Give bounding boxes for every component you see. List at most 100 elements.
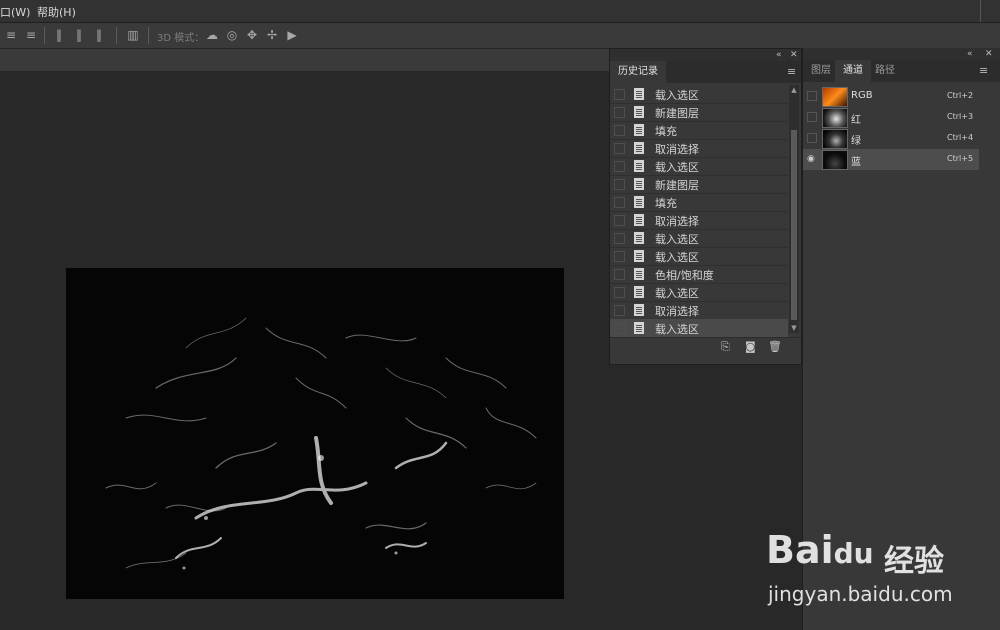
options-bar: ≡ ≡ ‖ ‖ ‖ ▥ 3D 模式： ☁ ◎ ✥ ✢ ▶ [0,23,1000,49]
camera-icon[interactable]: ◙ [745,340,756,353]
3d-roll-icon[interactable]: ◎ [225,28,239,42]
toolbar-divider [148,27,149,44]
distribute-left-icon[interactable]: ‖ [52,28,66,42]
snapshot-source-checkbox[interactable] [614,125,625,136]
panel-header: « ✕ [610,49,801,61]
3d-orbit-icon[interactable]: ☁ [205,28,219,42]
history-item[interactable]: 填充 [610,121,788,140]
document-icon [634,88,644,100]
align-top-icon[interactable]: ≡ [4,28,18,42]
3d-pan-icon[interactable]: ✥ [245,28,259,42]
history-item[interactable]: 取消选择 [610,139,788,158]
history-item[interactable]: 载入选区 [610,229,788,248]
snapshot-source-checkbox[interactable] [614,107,625,118]
channel-name: 绿 [851,136,861,147]
menu-help[interactable]: 帮助(H) [37,4,76,20]
snapshot-source-checkbox[interactable] [614,269,625,280]
auto-align-icon[interactable]: ▥ [126,28,140,42]
toolbar-divider [116,27,117,44]
tab-paths[interactable]: 路径 [867,60,903,82]
green-channel-thumbnail [822,129,848,149]
snapshot-source-checkbox[interactable] [614,215,625,226]
history-item[interactable]: 取消选择 [610,301,788,320]
tab-channels[interactable]: 通道 [835,60,871,82]
window-controls-area [980,0,1000,22]
menu-window[interactable]: 口(W) [0,4,30,20]
blue-channel-thumbnail [822,150,848,170]
scroll-down-icon[interactable]: ▼ [789,323,799,333]
document-canvas[interactable] [66,268,564,599]
history-tabbar: 历史记录 ≡ [610,61,801,83]
snapshot-source-checkbox[interactable] [614,251,625,262]
channel-shortcut: Ctrl+4 [947,133,974,142]
history-panel: « ✕ 历史记录 ≡ 载入选区 新建图层 填充 取消选择 载入选区 新建图层 填… [609,48,802,365]
visibility-toggle[interactable] [807,91,817,101]
document-icon [634,250,644,262]
channel-name: RGB [851,90,873,101]
tab-history[interactable]: 历史记录 [610,61,666,83]
history-item[interactable]: 载入选区 [610,157,788,176]
watermark-url: jingyan.baidu.com [768,582,953,606]
scrollbar-thumb[interactable] [791,130,797,320]
history-item[interactable]: 色相/饱和度 [610,265,788,284]
snapshot-source-checkbox[interactable] [614,233,625,244]
snapshot-source-checkbox[interactable] [614,323,625,334]
history-item-selected[interactable]: 载入选区 [610,319,788,338]
new-document-from-state-icon[interactable]: ⎘ [721,340,730,354]
tab-layers[interactable]: 图层 [803,60,839,82]
red-channel-thumbnail [822,108,848,128]
collapse-icon[interactable]: « [776,49,782,61]
rgb-thumbnail [822,87,848,107]
snapshot-source-checkbox[interactable] [614,197,625,208]
distribute-hcenter-icon[interactable]: ‖ [72,28,86,42]
snapshot-source-checkbox[interactable] [614,179,625,190]
history-item[interactable]: 载入选区 [610,85,788,104]
channel-shortcut: Ctrl+2 [947,91,974,100]
snapshot-source-checkbox[interactable] [614,161,625,172]
fill-icon [634,196,644,208]
snapshot-source-checkbox[interactable] [614,143,625,154]
snapshot-source-checkbox[interactable] [614,287,625,298]
trash-icon[interactable]: 🗑 [768,340,782,353]
align-vcenter-icon[interactable]: ≡ [24,28,38,42]
eye-icon[interactable]: ◉ [807,154,817,164]
baidu-watermark: Baidu 经验 jingyan.baidu.com [766,528,986,612]
history-item[interactable]: 填充 [610,193,788,212]
channel-row-green[interactable]: 绿 Ctrl+4 [803,128,979,149]
distribute-right-icon[interactable]: ‖ [92,28,106,42]
document-icon [634,160,644,172]
3d-camera-icon[interactable]: ▶ [285,28,299,42]
history-item-label: 新建图层 [655,107,699,120]
channel-name: 蓝 [851,157,861,168]
history-item[interactable]: 载入选区 [610,247,788,266]
panel-menu-icon[interactable]: ≡ [979,65,988,76]
channel-row-rgb[interactable]: RGB Ctrl+2 [803,86,979,107]
visibility-toggle[interactable] [807,112,817,122]
document-icon [634,304,644,316]
snapshot-source-checkbox[interactable] [614,89,625,100]
channel-row-blue[interactable]: ◉ 蓝 Ctrl+5 [803,149,979,170]
visibility-toggle[interactable] [807,133,817,143]
panel-menu-icon[interactable]: ≡ [787,66,796,77]
document-icon [634,214,644,226]
history-scrollbar[interactable]: ▲ ▼ [789,85,799,333]
history-footer: ⎘ ◙ 🗑 [610,337,801,356]
history-item-label: 取消选择 [655,305,699,318]
channel-shortcut: Ctrl+3 [947,112,974,121]
channel-name: 红 [851,115,861,126]
watermark-brand-bai: Bai [766,528,834,572]
channel-row-red[interactable]: 红 Ctrl+3 [803,107,979,128]
collapse-icon[interactable]: « [967,48,973,60]
close-icon[interactable]: ✕ [985,48,993,60]
close-icon[interactable]: ✕ [790,49,798,61]
watermark-brand-jingyan: 经验 [884,544,944,579]
scroll-up-icon[interactable]: ▲ [789,85,799,95]
history-item[interactable]: 取消选择 [610,211,788,230]
history-item[interactable]: 载入选区 [610,283,788,302]
history-item-label: 载入选区 [655,287,699,300]
channel-shortcut: Ctrl+5 [947,154,974,163]
snapshot-source-checkbox[interactable] [614,305,625,316]
history-item[interactable]: 新建图层 [610,103,788,122]
history-item[interactable]: 新建图层 [610,175,788,194]
3d-slide-icon[interactable]: ✢ [265,28,279,42]
